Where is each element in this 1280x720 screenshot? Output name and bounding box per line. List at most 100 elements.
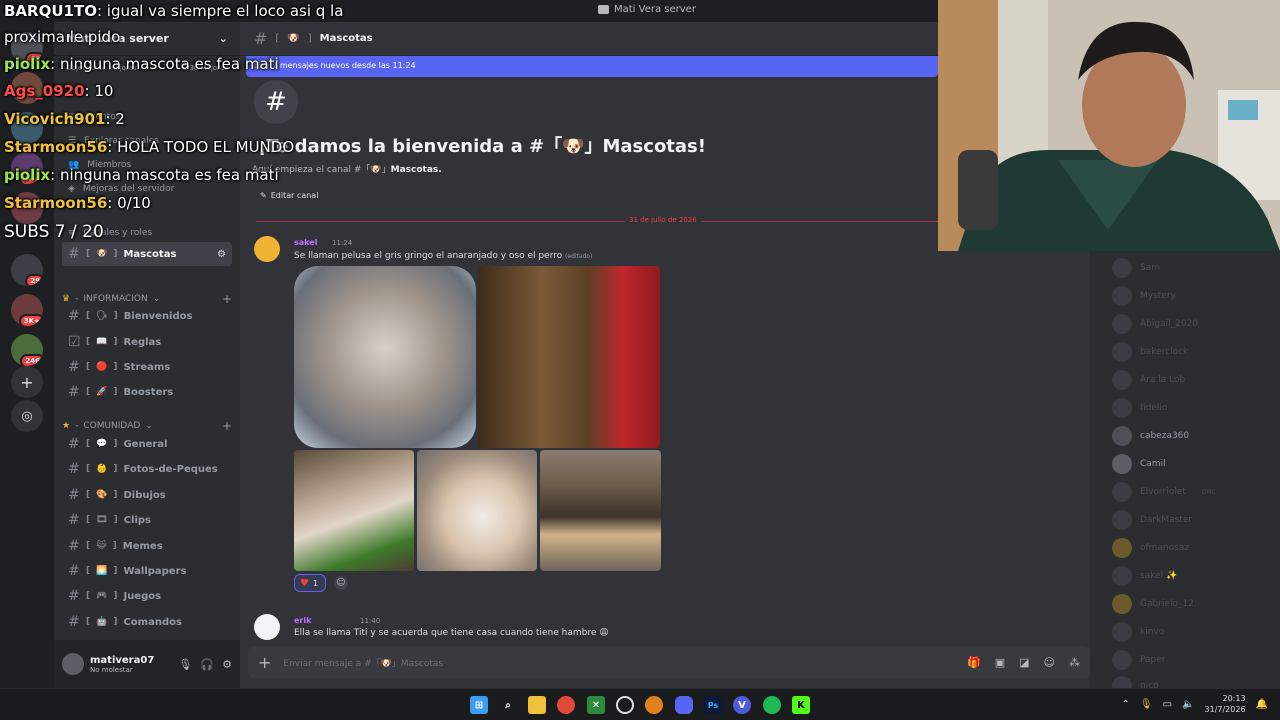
microphone-icon[interactable]: 🎙 (178, 658, 192, 671)
avatar[interactable] (254, 236, 280, 262)
avatar (1112, 258, 1132, 278)
member-item[interactable]: ofmanosaz (1112, 536, 1189, 560)
message-time: 11:40 (360, 617, 381, 625)
star-icon: ★ (62, 421, 71, 431)
photoshop-icon[interactable]: Ps (704, 696, 722, 714)
explore-servers-button[interactable]: ◎ (11, 400, 43, 432)
channel-bienvenidos[interactable]: #[🗣] Bienvenidos (62, 304, 232, 328)
avatar (1112, 482, 1132, 502)
message-author[interactable]: erik (294, 616, 311, 625)
gear-icon[interactable]: ⚙ (222, 658, 232, 671)
channel-settings-icon[interactable]: ⚙ (217, 249, 232, 260)
member-item[interactable]: fidelio (1112, 396, 1167, 420)
chevron-up-icon[interactable]: ⌃ (1122, 699, 1130, 710)
channel-mascotas[interactable]: # [ 🐶 ] Mascotas ⚙ (62, 242, 232, 266)
headphones-icon[interactable]: 🎧 (200, 658, 214, 671)
apps-icon[interactable]: ⁂ (1069, 656, 1080, 669)
hash-icon: # (68, 359, 80, 375)
message-input[interactable]: Enviar mensaje a #「🐶」Mascotas (283, 656, 443, 669)
server-icon-8[interactable]: 246 (11, 334, 43, 366)
message-text: Se llaman pelusa el gris gringo el anara… (294, 251, 593, 261)
heart-reaction[interactable]: ♥ 1 (294, 574, 326, 592)
kick-icon[interactable]: K (792, 696, 810, 714)
channel-boosters[interactable]: #[🚀] Boosters (62, 380, 232, 404)
vpn-icon[interactable]: V (733, 696, 751, 714)
member-item[interactable]: sakel ✨ (1112, 564, 1177, 588)
subs-goal: SUBS 7 / 20 (4, 222, 104, 242)
avatar[interactable] (62, 653, 84, 675)
add-channel-icon[interactable]: + (222, 419, 232, 433)
add-reaction-button[interactable]: ☺ (334, 576, 348, 590)
hash-icon: # (68, 436, 80, 452)
cat-photo-gray[interactable] (294, 266, 476, 448)
dog-photo[interactable] (540, 450, 661, 571)
member-item[interactable]: Gabrielo_12 (1112, 592, 1194, 616)
avatar (1112, 538, 1132, 558)
add-server-button[interactable]: + (11, 366, 43, 398)
channel-dibujos[interactable]: #[🎨] Dibujos (62, 483, 232, 507)
overlay-chat-line: BARQU1TO: igual va siempre el loco asi q… (4, 2, 344, 20)
xbox-icon[interactable]: ✕ (587, 696, 605, 714)
chrome-icon[interactable] (557, 696, 575, 714)
pencil-icon: ✎ (260, 190, 267, 200)
overlay-chat-line: Ags_0920: 10 (4, 82, 114, 100)
brave-icon[interactable] (645, 696, 663, 714)
hash-icon: # (68, 487, 80, 503)
attach-plus-icon[interactable]: + (258, 653, 271, 672)
channel-general[interactable]: #[💬] General (62, 432, 232, 456)
mention-badge: 246 (20, 354, 43, 366)
edit-channel-button[interactable]: ✎ Editar canal (254, 186, 324, 204)
avatar[interactable] (254, 614, 280, 640)
windows-start-icon[interactable]: ⊞ (470, 696, 488, 714)
emoji-icon[interactable]: ☺ (1044, 656, 1055, 669)
file-explorer-icon[interactable] (528, 696, 546, 714)
cat-photo-tabby[interactable] (478, 266, 660, 448)
search-icon[interactable]: ⌕ (499, 696, 517, 714)
channel-comandos[interactable]: #[🤖] Comandos (62, 610, 232, 634)
message-author[interactable]: sakel (294, 238, 317, 247)
gif-icon[interactable]: ▣ (995, 656, 1005, 669)
member-item[interactable]: Elvorriolet DMC (1112, 480, 1216, 504)
server-icon-6[interactable]: 29 (11, 254, 43, 286)
welcome-title: ¡Te damos la bienvenida a #「🐶」Mascotas! (258, 136, 706, 157)
spotify-icon[interactable] (763, 696, 781, 714)
message-composer[interactable]: + Enviar mensaje a #「🐶」Mascotas 🎁 ▣ ◪ ☺ … (248, 646, 1090, 678)
boost-icon: ◈ (68, 184, 75, 194)
cat-photo-white[interactable] (294, 450, 414, 571)
network-icon[interactable]: ▭ (1163, 699, 1172, 710)
member-item[interactable]: cabeza360 (1112, 424, 1189, 448)
obs-icon[interactable] (616, 696, 634, 714)
member-item[interactable]: Ara la Lob (1112, 368, 1185, 392)
hash-icon: # (68, 563, 80, 579)
member-item[interactable]: bakerclock (1112, 340, 1188, 364)
channel-fotos-de-peques[interactable]: #[👶] Fotos-de-Peques (62, 457, 232, 481)
notification-bell-icon[interactable]: 🔔 (1256, 699, 1268, 710)
chevron-down-icon: ⌄ (145, 421, 153, 431)
member-item[interactable]: Camil (1112, 452, 1166, 476)
system-tray: ⌃ 🎙 ▭ 🔈 20:13 31/7/2026 🔔 (1122, 693, 1268, 715)
new-messages-bar[interactable]: Hay 7 mensajes nuevos desde las 11:24 (246, 56, 938, 77)
member-item[interactable]: DarkMaster (1112, 508, 1192, 532)
member-item[interactable]: Abigail_2020 (1112, 312, 1198, 336)
member-item[interactable]: Sam (1112, 256, 1160, 280)
discord-app-icon[interactable] (675, 696, 693, 714)
member-item[interactable]: kinvo (1112, 620, 1164, 644)
member-item[interactable]: Paper (1112, 648, 1166, 672)
gift-icon[interactable]: 🎁 (967, 656, 981, 669)
channel-memes[interactable]: #[😹] Memes (62, 534, 232, 558)
channel-streams[interactable]: #[🔴] Streams (62, 355, 232, 379)
channel-reglas[interactable]: ☑[📖] Reglas (62, 330, 232, 354)
category-comunidad[interactable]: ★ - COMUNIDAD ⌄ + (62, 419, 232, 433)
channel-clips[interactable]: #[🎞] Clips (62, 508, 232, 532)
microphone-icon[interactable]: 🎙 (1140, 699, 1153, 710)
clock[interactable]: 20:13 31/7/2026 (1205, 693, 1246, 715)
member-item[interactable]: Mystery (1112, 284, 1176, 308)
sticker-icon[interactable]: ◪ (1019, 656, 1029, 669)
channel-wallpapers[interactable]: #[🌅] Wallpapers (62, 559, 232, 583)
server-icon-7[interactable]: 3K+ (11, 294, 43, 326)
speaker-icon[interactable]: 🔈 (1182, 699, 1194, 710)
channel-juegos[interactable]: #[🎮] Juegos (62, 584, 232, 608)
cat-photo-orange[interactable] (417, 450, 537, 571)
hash-icon: # (68, 512, 80, 528)
username: mativera07 (90, 654, 155, 666)
